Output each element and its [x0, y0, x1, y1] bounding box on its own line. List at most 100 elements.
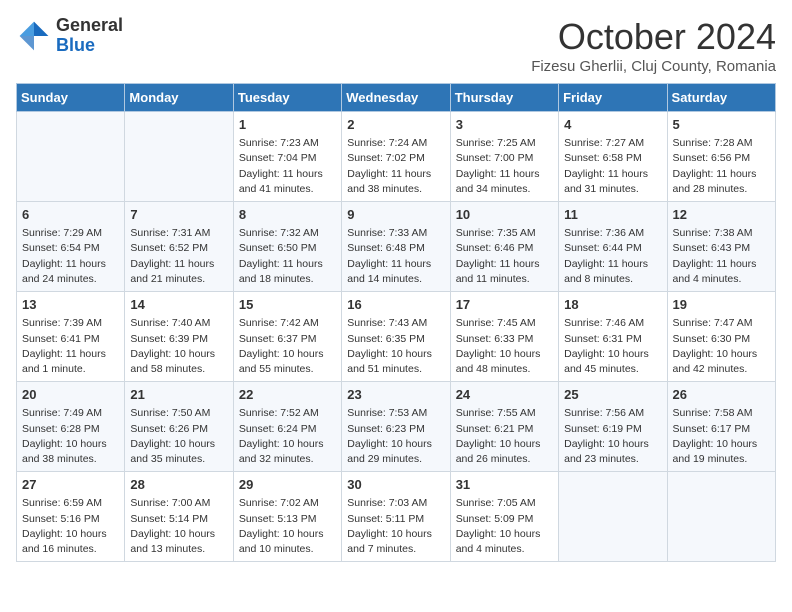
logo-icon [16, 18, 52, 54]
cell-content-line: Daylight: 10 hours and 10 minutes. [239, 527, 336, 557]
calendar-cell: 12Sunrise: 7:38 AMSunset: 6:43 PMDayligh… [667, 202, 775, 292]
calendar-week-row: 6Sunrise: 7:29 AMSunset: 6:54 PMDaylight… [17, 202, 776, 292]
cell-content-line: Daylight: 11 hours and 1 minute. [22, 347, 119, 377]
calendar-week-row: 27 Sunrise: 6:59 AMSunset: 5:16 PM Dayligh… [17, 472, 776, 562]
cell-content-line: Daylight: 10 hours and 45 minutes. [564, 347, 661, 377]
calendar-cell [125, 112, 233, 202]
cell-content-line: Sunrise: 7:02 AM [239, 496, 336, 511]
calendar-cell: 3Sunrise: 7:25 AMSunset: 7:00 PMDaylight… [450, 112, 558, 202]
day-number: 20 [22, 386, 119, 404]
day-number: 10 [456, 206, 553, 224]
cell-content-line: Sunset: 5:16 PM [22, 512, 119, 527]
cell-content-line: Daylight: 11 hours and 11 minutes. [456, 257, 553, 287]
day-number: 24 [456, 386, 553, 404]
logo: General Blue [16, 16, 123, 56]
day-number: 31 [456, 476, 553, 494]
day-number: 28 [130, 476, 227, 494]
calendar-cell: 21Sunrise: 7:50 AMSunset: 6:26 PMDayligh… [125, 382, 233, 472]
calendar-cell: 1Sunrise: 7:23 AMSunset: 7:04 PMDaylight… [233, 112, 341, 202]
calendar-cell: 10Sunrise: 7:35 AMSunset: 6:46 PMDayligh… [450, 202, 558, 292]
logo-text: General Blue [56, 16, 123, 56]
calendar-cell: 28Sunrise: 7:00 AMSunset: 5:14 PMDayligh… [125, 472, 233, 562]
calendar-cell: 15Sunrise: 7:42 AMSunset: 6:37 PMDayligh… [233, 292, 341, 382]
cell-content-line: Sunrise: 7:27 AM [564, 136, 661, 151]
cell-content-line: Sunrise: 7:28 AM [673, 136, 770, 151]
calendar-cell: 17Sunrise: 7:45 AMSunset: 6:33 PMDayligh… [450, 292, 558, 382]
cell-content-line: Sunrise: 7:31 AM [130, 226, 227, 241]
day-number: 7 [130, 206, 227, 224]
cell-content-line: Sunrise: 7:23 AM [239, 136, 336, 151]
day-number: 9 [347, 206, 444, 224]
day-number: 29 [239, 476, 336, 494]
cell-content-line: Sunset: 6:23 PM [347, 422, 444, 437]
calendar-cell: 13Sunrise: 7:39 AMSunset: 6:41 PMDayligh… [17, 292, 125, 382]
cell-content-line: Sunset: 7:00 PM [456, 151, 553, 166]
cell-content-line: Sunset: 6:56 PM [673, 151, 770, 166]
cell-content-line: Daylight: 11 hours and 38 minutes. [347, 167, 444, 197]
day-number: 11 [564, 206, 661, 224]
calendar-cell: 5Sunrise: 7:28 AMSunset: 6:56 PMDaylight… [667, 112, 775, 202]
cell-content-line: Sunset: 6:46 PM [456, 241, 553, 256]
day-number: 27 [22, 476, 119, 494]
cell-content-line: Sunrise: 7:29 AM [22, 226, 119, 241]
cell-content-line: Sunrise: 7:32 AM [239, 226, 336, 241]
cell-content-line: Sunset: 6:44 PM [564, 241, 661, 256]
day-number: 26 [673, 386, 770, 404]
cell-content-line: Sunset: 6:33 PM [456, 332, 553, 347]
cell-content-line: Daylight: 11 hours and 41 minutes. [239, 167, 336, 197]
cell-content-line: Sunset: 5:11 PM [347, 512, 444, 527]
day-number: 6 [22, 206, 119, 224]
calendar-cell: 24Sunrise: 7:55 AMSunset: 6:21 PMDayligh… [450, 382, 558, 472]
title-block: October 2024 Fizesu Gherlii, Cluj County… [531, 16, 776, 75]
cell-content-line: Sunrise: 7:39 AM [22, 316, 119, 331]
cell-content-line: Sunset: 5:09 PM [456, 512, 553, 527]
cell-content-line: Daylight: 10 hours and 58 minutes. [130, 347, 227, 377]
calendar-cell: 25Sunrise: 7:56 AMSunset: 6:19 PMDayligh… [559, 382, 667, 472]
cell-content-line: Sunrise: 7:58 AM [673, 406, 770, 421]
cell-content-line: Sunset: 6:58 PM [564, 151, 661, 166]
cell-content-line: Sunrise: 6:59 AM [22, 496, 119, 511]
calendar-cell: 11Sunrise: 7:36 AMSunset: 6:44 PMDayligh… [559, 202, 667, 292]
calendar-cell: 30Sunrise: 7:03 AMSunset: 5:11 PMDayligh… [342, 472, 450, 562]
calendar-cell [667, 472, 775, 562]
calendar-cell: 16Sunrise: 7:43 AMSunset: 6:35 PMDayligh… [342, 292, 450, 382]
month-title: October 2024 [531, 16, 776, 58]
cell-content-line: Daylight: 10 hours and 48 minutes. [456, 347, 553, 377]
calendar-cell: 14Sunrise: 7:40 AMSunset: 6:39 PMDayligh… [125, 292, 233, 382]
day-number: 23 [347, 386, 444, 404]
page-header: General Blue October 2024 Fizesu Gherlii… [16, 16, 776, 75]
cell-content-line: Sunset: 6:24 PM [239, 422, 336, 437]
cell-content-line: Sunrise: 7:56 AM [564, 406, 661, 421]
cell-content-line: Sunrise: 7:05 AM [456, 496, 553, 511]
cell-content-line: Sunrise: 7:45 AM [456, 316, 553, 331]
cell-content-line: Daylight: 10 hours and 38 minutes. [22, 437, 119, 467]
calendar-table: SundayMondayTuesdayWednesdayThursdayFrid… [16, 83, 776, 562]
day-number: 3 [456, 116, 553, 134]
cell-content-line: Daylight: 10 hours and 23 minutes. [564, 437, 661, 467]
calendar-cell [17, 112, 125, 202]
day-number: 14 [130, 296, 227, 314]
cell-content-line: Sunset: 7:04 PM [239, 151, 336, 166]
calendar-week-row: 13Sunrise: 7:39 AMSunset: 6:41 PMDayligh… [17, 292, 776, 382]
cell-content-line: Daylight: 10 hours and 4 minutes. [456, 527, 553, 557]
cell-content-line: Sunrise: 7:53 AM [347, 406, 444, 421]
cell-content-line: Daylight: 10 hours and 13 minutes. [130, 527, 227, 557]
cell-content-line: Sunset: 6:48 PM [347, 241, 444, 256]
calendar-cell: 6Sunrise: 7:29 AMSunset: 6:54 PMDaylight… [17, 202, 125, 292]
cell-content-line: Sunrise: 7:00 AM [130, 496, 227, 511]
day-number: 2 [347, 116, 444, 134]
day-number: 19 [673, 296, 770, 314]
day-header-monday: Monday [125, 84, 233, 112]
calendar-header-row: SundayMondayTuesdayWednesdayThursdayFrid… [17, 84, 776, 112]
day-number: 25 [564, 386, 661, 404]
calendar-cell: 31 Sunrise: 7:05 AMSunset: 5:09 PMDayligh… [450, 472, 558, 562]
day-number: 15 [239, 296, 336, 314]
day-number: 16 [347, 296, 444, 314]
cell-content-line: Daylight: 11 hours and 18 minutes. [239, 257, 336, 287]
cell-content-line: Sunset: 6:26 PM [130, 422, 227, 437]
cell-content-line: Sunset: 6:37 PM [239, 332, 336, 347]
day-number: 21 [130, 386, 227, 404]
day-header-friday: Friday [559, 84, 667, 112]
cell-content-line: Daylight: 10 hours and 26 minutes. [456, 437, 553, 467]
cell-content-line: Sunrise: 7:38 AM [673, 226, 770, 241]
